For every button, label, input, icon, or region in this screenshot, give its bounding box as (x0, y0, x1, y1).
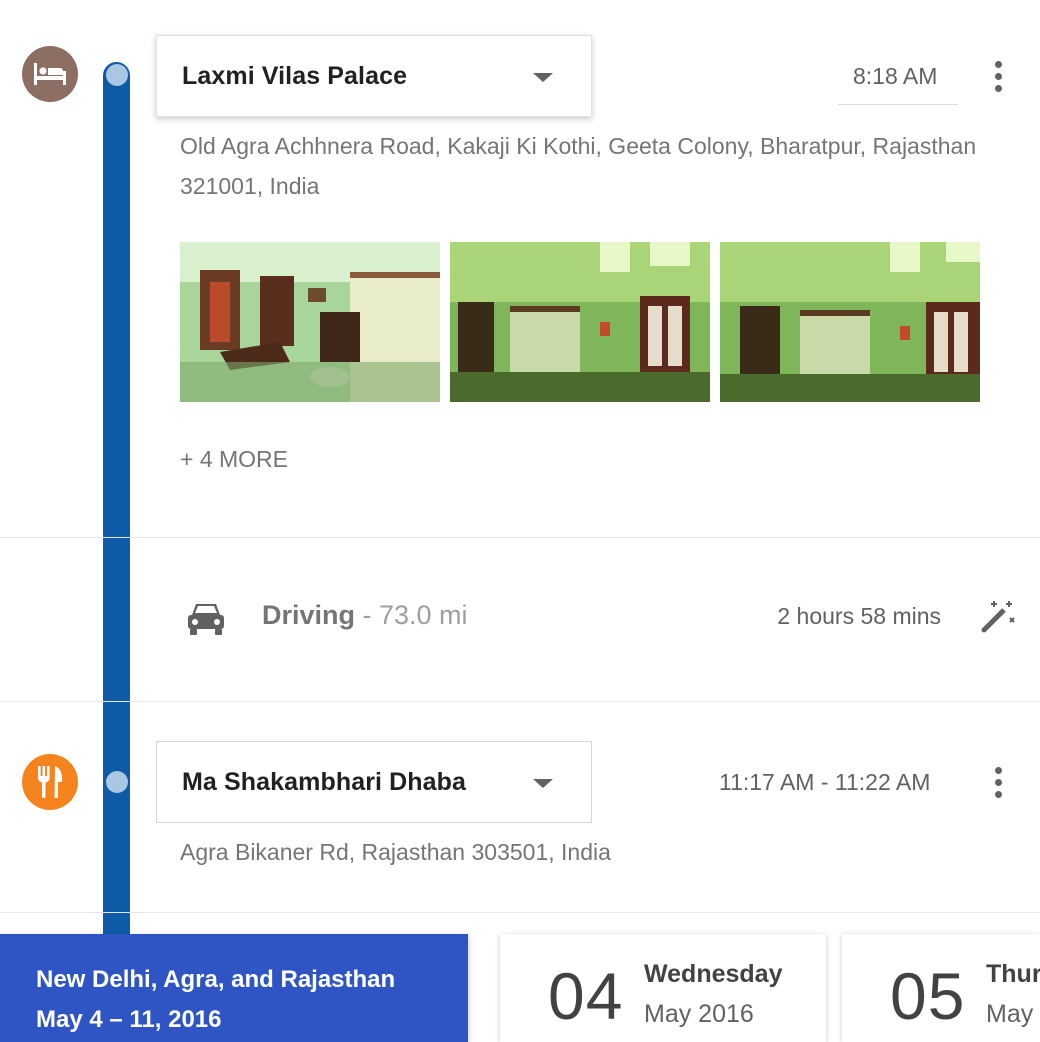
restaurant-fork-knife-icon (38, 766, 63, 798)
trip-summary-card[interactable]: New Delhi, Agra, and Rajasthan May 4 – 1… (0, 934, 468, 1042)
arrival-time[interactable]: 8:18 AM (853, 63, 937, 90)
timeline-node (106, 771, 128, 793)
hotel-room-photo-icon (180, 242, 440, 402)
place-photo[interactable] (180, 242, 440, 402)
time-underline (838, 104, 958, 105)
visit-time-range[interactable]: 11:17 AM - 11:22 AM (719, 769, 930, 796)
place-address: Agra Bikaner Rd, Rajasthan 303501, India (180, 832, 611, 872)
hotel-room-photo-icon (720, 242, 980, 402)
more-options-icon[interactable] (988, 762, 1008, 802)
more-options-icon[interactable] (988, 56, 1008, 96)
day-weekday: Wednesday (644, 960, 783, 988)
travel-distance: - 73.0 mi (355, 600, 468, 630)
timeline-rail (103, 62, 130, 1042)
day-number: 05 (890, 959, 966, 1033)
timeline-node (106, 64, 128, 86)
restaurant-category-badge (22, 754, 78, 810)
day-tab-05[interactable]: 05 Thur May (842, 934, 1040, 1042)
hotel-room-photo-icon (450, 242, 710, 402)
travel-mode-label: Driving - 73.0 mi (262, 600, 468, 631)
divider (0, 537, 1040, 538)
place-select-laxmi-vilas-palace[interactable]: Laxmi Vilas Palace (156, 35, 592, 117)
chevron-down-icon (533, 779, 553, 788)
hotel-category-badge (22, 46, 78, 102)
place-photo[interactable] (450, 242, 710, 402)
more-photos-link[interactable]: + 4 MORE (180, 446, 288, 473)
car-icon (188, 604, 224, 635)
address-line: Old Agra Achhnera Road, Kakaji Ki Kothi,… (180, 133, 977, 159)
divider (0, 701, 1040, 702)
day-weekday: Thur (986, 960, 1040, 988)
place-name: Ma Shakambhari Dhaba (182, 767, 467, 796)
place-name: Laxmi Vilas Palace (182, 61, 408, 90)
trip-dates: May 4 – 11, 2016 (36, 1006, 222, 1033)
place-photo[interactable] (720, 242, 980, 402)
place-address: Old Agra Achhnera Road, Kakaji Ki Kothi,… (180, 126, 976, 206)
magic-wand-icon[interactable] (978, 600, 1016, 634)
address-line: 321001, India (180, 173, 320, 199)
hotel-bed-icon (34, 63, 66, 85)
day-month: May (986, 1000, 1034, 1028)
day-tab-04[interactable]: 04 Wednesday May 2016 (500, 934, 826, 1042)
trip-title: New Delhi, Agra, and Rajasthan (36, 966, 396, 993)
address-line: Agra Bikaner Rd, Rajasthan 303501, India (180, 839, 611, 865)
day-number: 04 (548, 959, 624, 1033)
chevron-down-icon (533, 73, 553, 82)
travel-duration: 2 hours 58 mins (777, 603, 941, 629)
divider (0, 912, 1040, 913)
travel-mode: Driving (262, 600, 356, 630)
day-month: May 2016 (644, 1000, 754, 1028)
place-select-ma-shakambhari-dhaba[interactable]: Ma Shakambhari Dhaba (156, 741, 592, 823)
